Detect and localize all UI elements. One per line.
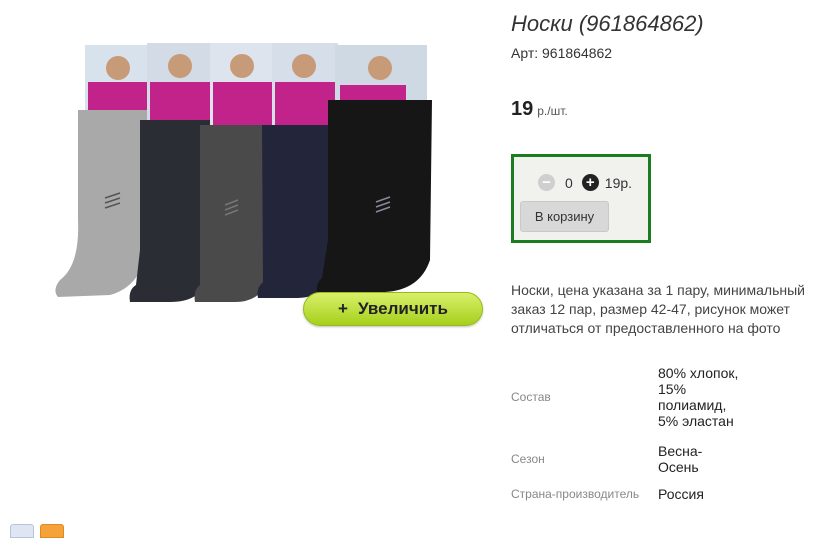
vk-share-icon[interactable] bbox=[10, 524, 34, 538]
quantity-sum: 19р. bbox=[604, 174, 633, 191]
share-icons bbox=[10, 524, 64, 538]
property-key: Сезон bbox=[511, 452, 545, 466]
property-key: Состав bbox=[511, 390, 551, 404]
property-key: Страна-производитель bbox=[511, 487, 640, 501]
plus-icon: + bbox=[338, 299, 348, 318]
property-value: Россия bbox=[658, 486, 704, 502]
product-price: 19 р./шт. bbox=[511, 98, 568, 121]
quantity-stepper: − 0 + 19р. bbox=[538, 174, 632, 191]
product-title: Носки (961864862) bbox=[511, 11, 704, 36]
property-row: Состав 80% хлопок, 15% полиамид, 5% элас… bbox=[511, 355, 740, 439]
product-properties: Состав 80% хлопок, 15% полиамид, 5% элас… bbox=[511, 355, 740, 509]
property-row: Страна-производитель Россия bbox=[511, 479, 740, 509]
socks-photo bbox=[55, 43, 432, 302]
price-value: 19 bbox=[511, 98, 534, 120]
quantity-value: 0 bbox=[565, 174, 573, 191]
product-sku: Арт: 961864862 bbox=[511, 45, 613, 61]
add-to-cart-box: − 0 + 19р. В корзину bbox=[511, 154, 651, 243]
plus-icon[interactable]: + bbox=[581, 174, 599, 191]
property-row: Сезон Весна-Осень bbox=[511, 439, 740, 479]
product-image[interactable] bbox=[50, 40, 440, 305]
zoom-button[interactable]: + Увеличить bbox=[303, 292, 483, 326]
add-to-cart-button[interactable]: В корзину bbox=[520, 201, 609, 232]
ok-share-icon[interactable] bbox=[40, 524, 64, 538]
property-value: 80% хлопок, 15% полиамид, 5% эластан bbox=[658, 365, 739, 429]
minus-icon[interactable]: − bbox=[538, 174, 555, 191]
zoom-label: Увеличить bbox=[357, 299, 448, 318]
property-value: Весна-Осень bbox=[658, 443, 703, 475]
price-unit: р./шт. bbox=[537, 104, 568, 118]
product-description: Носки, цена указана за 1 пару, минимальн… bbox=[511, 282, 805, 336]
